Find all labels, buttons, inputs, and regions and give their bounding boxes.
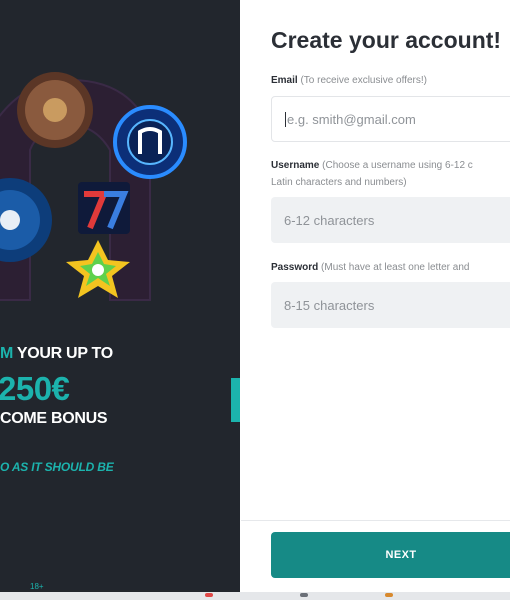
promo-headline: M YOUR UP TO [0,345,240,363]
email-label: Email (To receive exclusive offers!) [271,72,427,89]
password-label-text: Password [271,262,319,273]
username-placeholder: 6-12 characters [284,212,375,228]
slot-seven-icon [78,182,130,234]
text-caret [285,111,286,127]
form-footer-divider [241,520,510,521]
password-field[interactable]: 8-15 characters [271,282,510,328]
username-label-text: Username [271,160,320,171]
password-placeholder: 8-15 characters [284,297,375,313]
taskbar-app-icon[interactable] [385,593,393,597]
next-button[interactable]: NEXT [271,532,510,578]
promo-panel: M YOUR UP TO 250€ COME BONUS O AS IT SHO… [0,0,240,592]
registration-form: Create your account! Email (To receive e… [241,0,510,592]
username-hint-line2: Latin characters and numbers) [271,174,407,191]
username-field[interactable]: 6-12 characters [271,197,510,243]
username-hint: (Choose a username using 6-12 c [322,160,473,171]
casino-chip-icon [113,105,187,179]
age-restriction-badge: 18+ [30,582,44,591]
bottom-taskbar-strip [0,592,510,600]
form-title: Create your account! [271,27,502,53]
taskbar-app-icon[interactable] [300,593,308,597]
promo-headline-accent: M [0,345,14,362]
email-placeholder: e.g. smith@gmail.com [287,111,416,127]
username-hint-continued: Latin characters and numbers) [271,177,407,188]
roulette-wheel-left [0,178,52,262]
promo-accent-bar [231,378,240,422]
roulette-wheel-top [17,72,93,148]
username-label: Username (Choose a username using 6-12 c [271,157,473,174]
promo-bonus-label: COME BONUS [0,410,108,427]
email-hint: (To receive exclusive offers!) [300,75,427,86]
email-label-text: Email [271,75,298,86]
promo-tagline: O AS IT SHOULD BE [0,460,114,474]
password-hint: (Must have at least one letter and [321,262,470,273]
promo-headline-text: YOUR UP TO [13,345,113,362]
password-label: Password (Must have at least one letter … [271,259,469,276]
promo-bonus-amount: 250€ [0,370,70,407]
taskbar-app-icon[interactable] [205,593,213,597]
email-field[interactable]: e.g. smith@gmail.com [271,96,510,142]
casino-promo-artwork [0,72,187,301]
